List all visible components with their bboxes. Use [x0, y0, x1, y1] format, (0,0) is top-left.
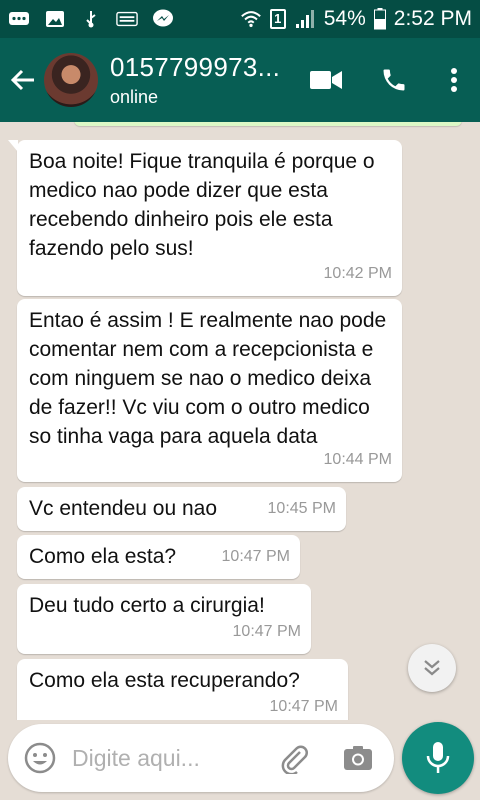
- voice-record-button[interactable]: [402, 722, 474, 794]
- messenger-icon: [152, 9, 174, 28]
- message-text: Como ela esta recuperando?: [29, 669, 300, 692]
- message-time: 10:44 PM: [323, 451, 392, 468]
- received-message[interactable]: Como ela esta recuperando? 10:47 PM: [17, 659, 348, 720]
- microphone-icon: [426, 742, 450, 773]
- battery-icon: [373, 8, 386, 30]
- video-call-button[interactable]: [292, 38, 360, 122]
- phone-icon: [383, 69, 405, 91]
- back-button[interactable]: [2, 38, 44, 122]
- usb-icon: [80, 10, 102, 28]
- message-composer: [8, 724, 394, 792]
- scroll-to-bottom-button[interactable]: [408, 644, 456, 692]
- message-time: 10:45 PM: [267, 500, 336, 517]
- bubble-tail: [8, 140, 18, 152]
- camera-button[interactable]: [338, 738, 378, 778]
- message-list[interactable]: Boa noite! Fique tranquila é porque o me…: [0, 122, 480, 720]
- palco-mp3-icon: [116, 10, 138, 28]
- battery-percent: 54%: [323, 7, 366, 30]
- chat-notification-icon: [8, 10, 30, 28]
- contact-status: online: [110, 87, 159, 107]
- received-message[interactable]: Boa noite! Fique tranquila é porque o me…: [8, 140, 402, 296]
- message-input[interactable]: [72, 744, 272, 772]
- chat-header: 0157799973... online: [0, 38, 480, 122]
- voice-call-button[interactable]: [360, 38, 428, 122]
- image-notification-icon: [44, 10, 66, 28]
- video-camera-icon: [310, 71, 342, 89]
- received-message[interactable]: Como ela esta? 10:47 PM: [17, 535, 300, 579]
- received-message[interactable]: Vc entendeu ou nao 10:45 PM: [17, 487, 346, 531]
- attach-button[interactable]: [274, 738, 314, 778]
- emoji-button[interactable]: [8, 724, 72, 792]
- message-text: Boa noite! Fique tranquila é porque o me…: [29, 150, 375, 260]
- emoji-icon: [24, 742, 56, 774]
- message-time: 10:47 PM: [221, 548, 290, 565]
- message-time: 10:47 PM: [269, 698, 338, 715]
- back-arrow-icon: [10, 69, 34, 91]
- double-chevron-down-icon: [424, 660, 440, 676]
- message-time: 10:42 PM: [323, 265, 392, 282]
- wifi-icon: [240, 10, 262, 28]
- avatar[interactable]: [44, 53, 98, 107]
- received-message[interactable]: Deu tudo certo a cirurgia! 10:47 PM: [17, 584, 311, 654]
- message-time: 10:47 PM: [232, 623, 301, 640]
- more-options-button[interactable]: [428, 38, 480, 122]
- camera-icon: [344, 746, 372, 770]
- sent-message-partial: [74, 122, 462, 126]
- more-vert-icon: [451, 68, 457, 92]
- received-message[interactable]: Entao é assim ! E realmente nao pode com…: [17, 299, 402, 482]
- message-text: Entao é assim ! E realmente nao pode com…: [29, 309, 387, 448]
- clock: 2:52 PM: [393, 7, 472, 30]
- contact-info[interactable]: 0157799973... online: [110, 52, 286, 108]
- contact-name: 0157799973...: [110, 52, 281, 82]
- signal-icon: [294, 10, 316, 28]
- message-text: Deu tudo certo a cirurgia!: [29, 594, 265, 617]
- sim-icon: 1: [269, 9, 286, 29]
- status-bar: 1 54% 2:52 PM: [0, 0, 480, 38]
- paperclip-icon: [281, 745, 308, 774]
